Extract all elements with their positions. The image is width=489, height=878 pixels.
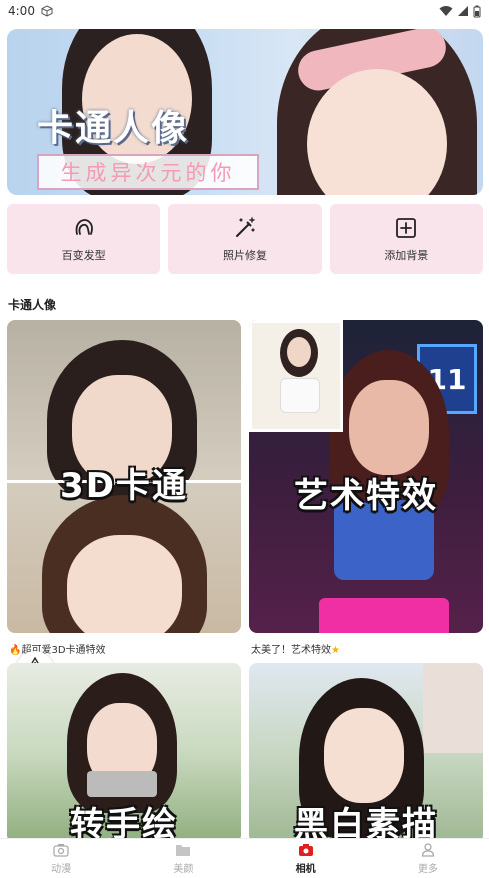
section-title: 卡通人像 [8, 298, 57, 312]
banner-subtitle: 生成异次元的你 [37, 154, 259, 190]
banner-title: 卡通人像 [37, 108, 190, 149]
nav-item-anime[interactable]: 动漫 [0, 839, 122, 878]
inset-top [280, 378, 320, 413]
red-camera-icon [298, 842, 314, 858]
feature-row: 百变发型 照片修复 添加背景 [7, 204, 483, 274]
signal-icon [458, 6, 468, 16]
card-overlay-text: 转手绘 [70, 805, 178, 843]
camera-icon [53, 842, 69, 858]
add-square-icon [393, 215, 419, 241]
feature-photo-repair-button[interactable]: 照片修复 [168, 204, 322, 274]
effect-card-3d-cartoon[interactable]: 3D卡通 [7, 320, 241, 633]
cube-icon [41, 5, 53, 17]
folder-icon [175, 842, 191, 858]
nav-item-beauty[interactable]: 美颜 [122, 839, 244, 878]
magic-wand-icon [232, 215, 258, 241]
person-icon [420, 842, 436, 858]
card-caption-text: 太美了！艺术特效 [251, 645, 331, 656]
nav-item-camera[interactable]: 相机 [245, 839, 367, 878]
effect-card-hand-drawn[interactable]: 转手绘 [7, 663, 241, 843]
card-camera [87, 771, 157, 797]
card-background-house [423, 663, 483, 753]
card-face [324, 708, 404, 803]
hair-icon [71, 215, 97, 241]
effect-card-sketch[interactable]: 黑白素描 [249, 663, 483, 843]
nav-item-more[interactable]: 更多 [367, 839, 489, 878]
feature-add-background-button[interactable]: 添加背景 [329, 204, 483, 274]
nav-label: 相机 [295, 864, 316, 875]
nav-label: 更多 [417, 864, 438, 875]
feature-label: 照片修复 [222, 249, 267, 262]
status-icons [439, 5, 481, 18]
promo-banner[interactable]: 卡通人像 生成异次元的你 [7, 29, 483, 195]
feature-hairstyle-button[interactable]: 百变发型 [7, 204, 161, 274]
star-icon: ★ [331, 645, 340, 656]
nav-label: 美颜 [173, 864, 194, 875]
wifi-icon [439, 6, 453, 16]
card-face-bottom [67, 535, 182, 633]
card-face [349, 380, 429, 475]
card-caption: 太美了！艺术特效★ [251, 641, 340, 656]
feature-label: 添加背景 [384, 249, 429, 262]
fire-icon: 🔥 [9, 645, 22, 656]
feature-label: 百变发型 [61, 249, 106, 262]
battery-icon [473, 5, 481, 17]
card-original-photo-inset [249, 320, 343, 432]
status-time: 4:00 [8, 4, 35, 18]
nav-label: 动漫 [51, 864, 72, 875]
card-overlay-text: 黑白素描 [294, 805, 438, 843]
card-overlay-text: 艺术特效 [294, 476, 438, 516]
status-bar: 4:00 [0, 0, 489, 22]
bottom-nav: 动漫 美颜 相机 更多 [0, 838, 489, 878]
card-skirt [319, 598, 449, 633]
card-overlay-text: 3D卡通 [60, 466, 188, 506]
effect-card-art[interactable]: 11 艺术特效 [249, 320, 483, 633]
inset-face [287, 337, 311, 367]
